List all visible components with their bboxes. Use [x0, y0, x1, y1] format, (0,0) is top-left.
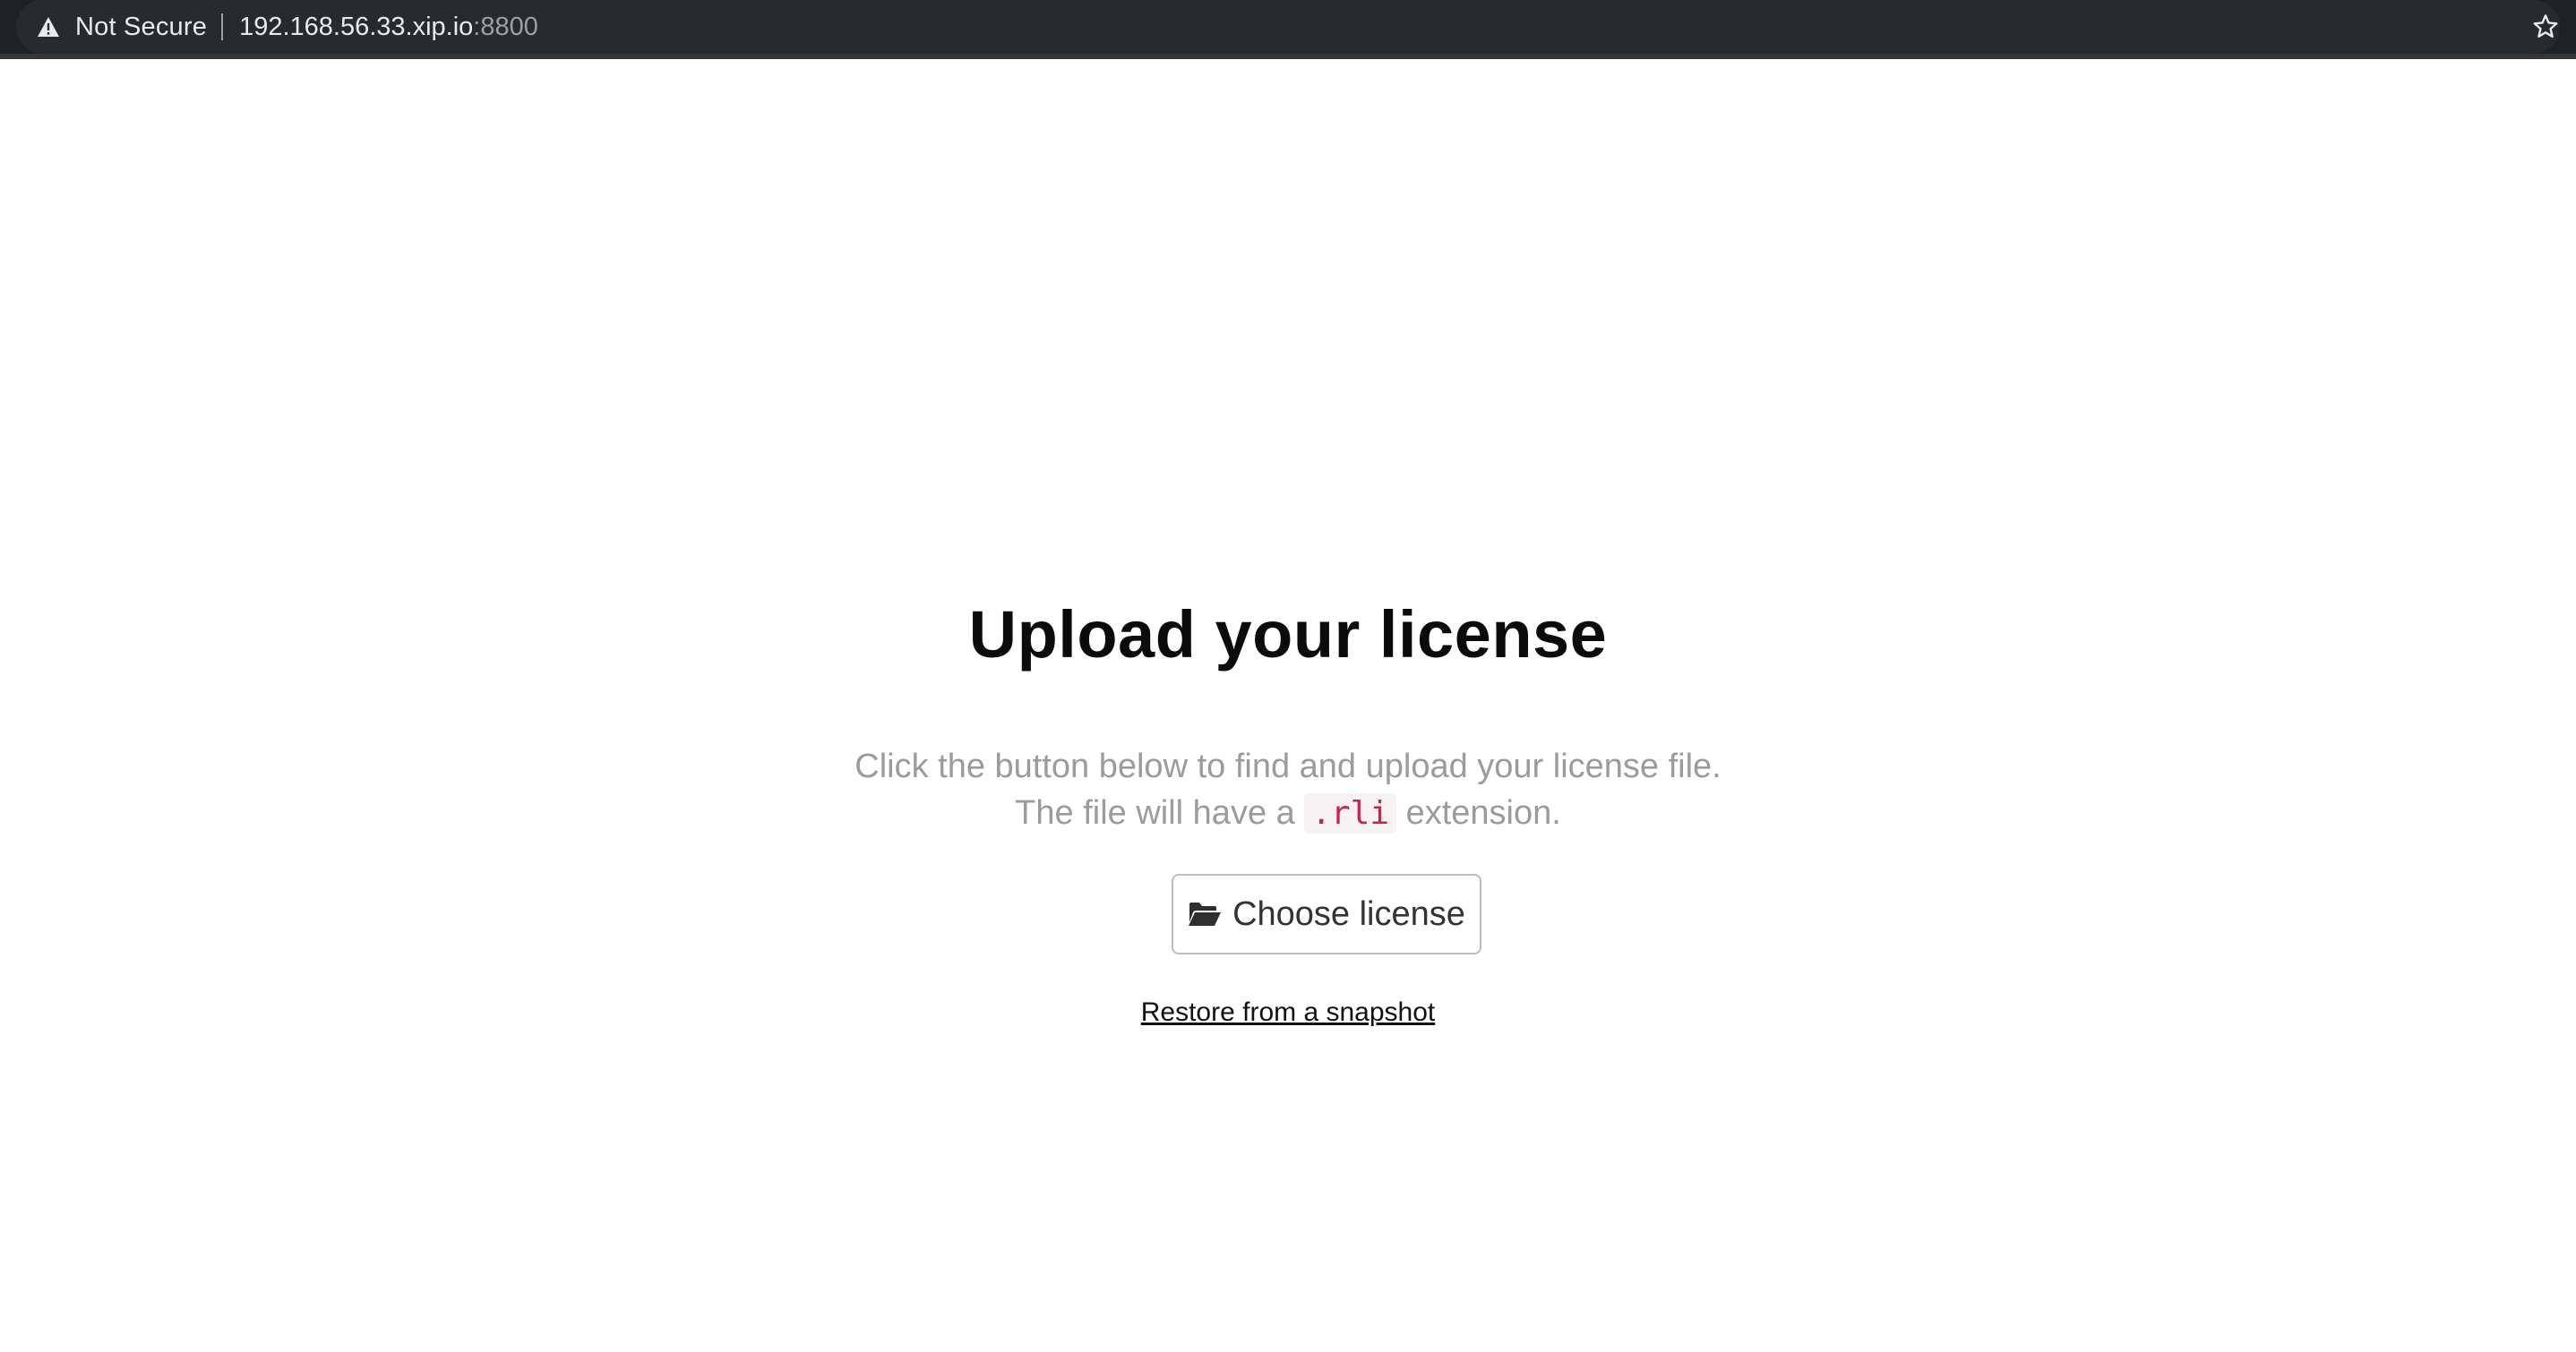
instructions-prefix: The file will have a — [1015, 794, 1305, 832]
folder-open-icon — [1188, 901, 1222, 928]
instructions-suffix: extension. — [1396, 794, 1561, 832]
file-extension-code: .rli — [1304, 793, 1397, 834]
instructions-line-2: The file will have a .rli extension. — [0, 790, 2576, 837]
address-divider — [221, 13, 224, 40]
url-host[interactable]: 192.168.56.33.xip.io — [239, 13, 473, 42]
warning-triangle-icon[interactable] — [36, 14, 61, 39]
restore-snapshot-link[interactable]: Restore from a snapshot — [1141, 997, 1436, 1027]
star-icon[interactable] — [2531, 13, 2560, 41]
security-status-label[interactable]: Not Secure — [75, 13, 207, 42]
choose-license-button[interactable]: Choose license — [1172, 874, 1481, 954]
page-content: Upload your license Click the button bel… — [0, 59, 2576, 1352]
browser-toolbar: Not Secure 192.168.56.33.xip.io :8800 — [0, 0, 2576, 59]
instructions-line-1: Click the button below to find and uploa… — [854, 748, 1722, 785]
restore-link-container: Restore from a snapshot — [0, 997, 2576, 1028]
choose-license-label: Choose license — [1232, 894, 1465, 933]
page-title: Upload your license — [968, 597, 1608, 672]
url-port[interactable]: :8800 — [473, 13, 538, 42]
address-bar[interactable]: Not Secure 192.168.56.33.xip.io :8800 — [16, 0, 2560, 54]
upload-instructions: Click the button below to find and uploa… — [0, 743, 2576, 837]
